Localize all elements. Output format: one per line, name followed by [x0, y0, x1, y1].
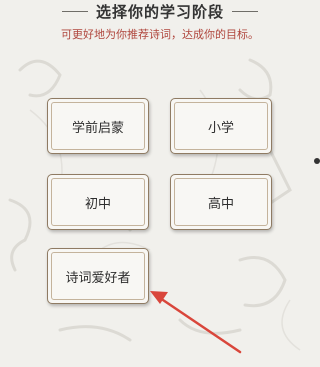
stage-option-poetry-lover[interactable]: 诗词爱好者 — [47, 248, 149, 304]
page-subtitle: 可更好地为你推荐诗词，达成你的目标。 — [61, 28, 259, 41]
stage-option-junior-high[interactable]: 初中 — [47, 174, 149, 230]
stage-option-primary[interactable]: 小学 — [170, 98, 272, 154]
stage-option-senior-high[interactable]: 高中 — [170, 174, 272, 230]
stage-option-preschool[interactable]: 学前启蒙 — [47, 98, 149, 154]
page-title: 选择你的学习阶段 — [95, 2, 224, 21]
title-divider-left — [61, 10, 88, 12]
stage-option-label: 小学 — [207, 120, 234, 136]
title-divider-right — [232, 10, 258, 12]
stage-option-label: 学前启蒙 — [71, 120, 124, 136]
stage-option-label: 诗词爱好者 — [65, 270, 131, 286]
stage-option-label: 高中 — [207, 196, 234, 212]
edge-dot — [314, 158, 320, 164]
page-header: 选择你的学习阶段 — [0, 0, 320, 22]
stage-option-label: 初中 — [84, 196, 111, 212]
